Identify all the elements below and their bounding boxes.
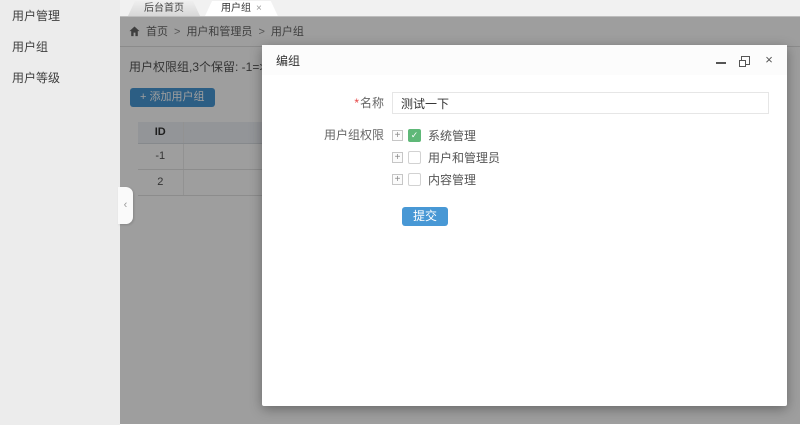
tab-label: 用户组 bbox=[221, 1, 251, 16]
name-label: *名称 bbox=[262, 92, 392, 114]
group-name-input[interactable] bbox=[392, 92, 769, 114]
sidebar-item-user-level[interactable]: 用户等级 bbox=[0, 62, 120, 93]
checkbox-system-management[interactable]: ✓ bbox=[408, 129, 421, 142]
tab-backend-home[interactable]: 后台首页 bbox=[128, 1, 200, 16]
tab-close-icon[interactable]: × bbox=[256, 4, 262, 14]
edit-group-dialog: 编组 × *名称 用户组权限 ✓ 系统管理 用户和管理员 bbox=[262, 45, 787, 406]
expand-icon[interactable] bbox=[392, 174, 403, 185]
tree-row-system: ✓ 系统管理 bbox=[392, 124, 500, 146]
sidebar-item-label: 用户组 bbox=[12, 40, 48, 54]
tree-row-users-admins: 用户和管理员 bbox=[392, 146, 500, 168]
dialog-titlebar: 编组 × bbox=[262, 45, 787, 75]
sidebar: 用户管理 用户组 用户等级 bbox=[0, 0, 120, 425]
minimize-icon bbox=[716, 62, 726, 64]
sidebar-item-label: 用户等级 bbox=[12, 71, 60, 85]
tab-label: 后台首页 bbox=[144, 1, 184, 16]
tree-label-users-admins[interactable]: 用户和管理员 bbox=[428, 149, 500, 166]
tree-row-content: 内容管理 bbox=[392, 168, 500, 190]
maximize-button[interactable] bbox=[739, 54, 751, 66]
check-icon: ✓ bbox=[411, 131, 419, 140]
checkbox-content-management[interactable] bbox=[408, 173, 421, 186]
chevron-left-icon: ‹ bbox=[124, 200, 128, 211]
sidebar-item-user-management[interactable]: 用户管理 bbox=[0, 0, 120, 31]
minimize-button[interactable] bbox=[715, 54, 727, 66]
permissions-tree: ✓ 系统管理 用户和管理员 内容管理 bbox=[392, 124, 500, 190]
name-form-row: *名称 bbox=[262, 92, 787, 114]
close-button[interactable]: × bbox=[763, 54, 775, 66]
close-icon: × bbox=[765, 54, 773, 66]
dialog-body: *名称 用户组权限 ✓ 系统管理 用户和管理员 内容管理 bbox=[262, 75, 787, 226]
sidebar-item-label: 用户管理 bbox=[12, 9, 60, 23]
sidebar-item-user-group[interactable]: 用户组 bbox=[0, 31, 120, 62]
tab-user-group[interactable]: 用户组 × bbox=[205, 1, 278, 16]
permissions-form-row: 用户组权限 ✓ 系统管理 用户和管理员 内容管理 bbox=[262, 124, 787, 190]
tree-label-system[interactable]: 系统管理 bbox=[428, 127, 476, 144]
tree-label-content[interactable]: 内容管理 bbox=[428, 171, 476, 188]
checkbox-users-admins[interactable] bbox=[408, 151, 421, 164]
tab-bar: 后台首页 用户组 × bbox=[120, 0, 800, 17]
sidebar-collapse-handle[interactable]: ‹ bbox=[118, 187, 133, 224]
dialog-title: 编组 bbox=[276, 52, 703, 69]
submit-button[interactable]: 提交 bbox=[402, 207, 448, 226]
required-mark: * bbox=[354, 96, 359, 110]
maximize-icon bbox=[741, 56, 750, 65]
expand-icon[interactable] bbox=[392, 152, 403, 163]
permissions-label: 用户组权限 bbox=[262, 124, 392, 190]
expand-icon[interactable] bbox=[392, 130, 403, 141]
